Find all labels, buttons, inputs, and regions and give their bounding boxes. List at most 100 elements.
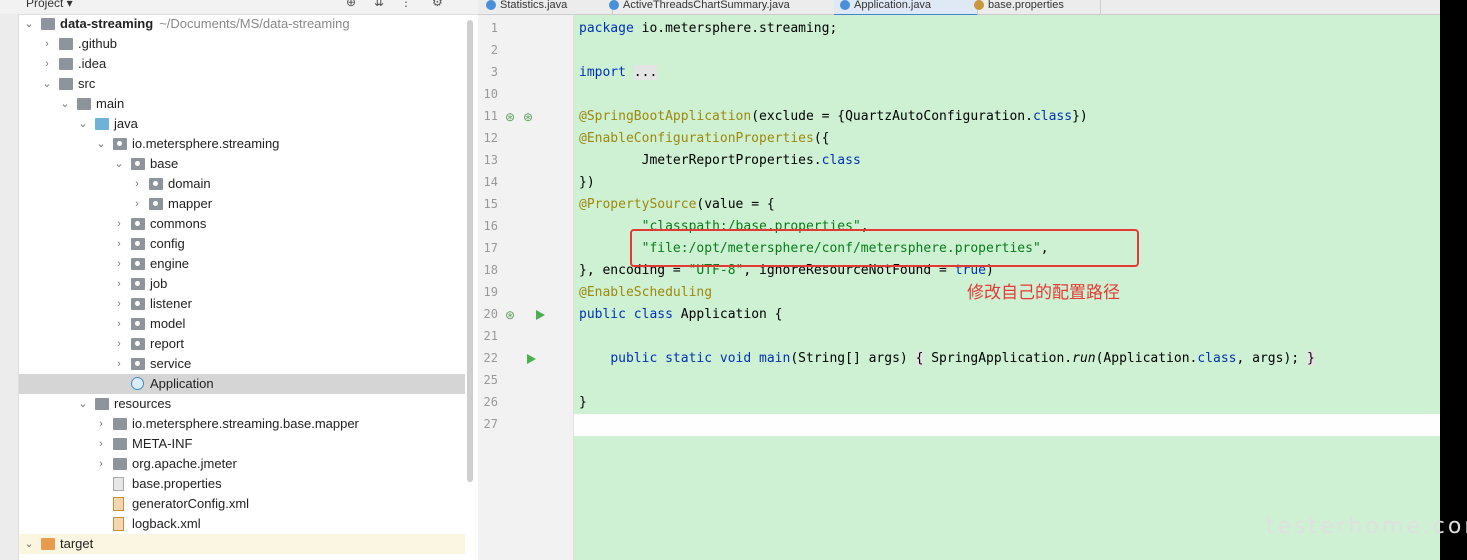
line-number: 17 (483, 241, 498, 255)
tree-item[interactable]: ⌄ main (19, 94, 465, 114)
chevron-right-icon[interactable]: › (131, 194, 143, 214)
tree-item[interactable]: › .github (19, 34, 465, 54)
project-tree: ⌄ data-streaming ~/Documents/MS/data-strea… (19, 14, 465, 560)
line-number: 1 (490, 21, 498, 35)
chevron-right-icon[interactable]: › (113, 214, 125, 234)
current-line-highlight (574, 414, 1440, 436)
tree-item[interactable]: ⌄ io.metersphere.streaming (19, 134, 465, 154)
tree-item[interactable]: › META-INF (19, 434, 465, 454)
tree-item[interactable]: ⌄ src (19, 74, 465, 94)
chevron-right-icon[interactable]: › (95, 434, 107, 454)
tree-item[interactable]: › commons (19, 214, 465, 234)
tree-item-label: resources (114, 396, 172, 411)
tree-item[interactable]: › io.metersphere.streaming.base.mapper (19, 414, 465, 434)
code-line: }) (579, 175, 595, 190)
tree-item[interactable]: generatorConfig.xml (19, 494, 465, 514)
tree-item[interactable]: › config (19, 234, 465, 254)
code-line: public static void main(String[] args) {… (610, 351, 1315, 366)
chevron-right-icon[interactable]: › (113, 294, 125, 314)
project-toolbar: Project ▾ ⊕ ⇊ ⋮ ⚙ (0, 0, 478, 15)
chevron-down-icon[interactable]: ⌄ (41, 74, 53, 94)
chevron-right-icon[interactable]: › (41, 34, 53, 54)
tree-item-label: org.apache.jmeter (132, 456, 237, 471)
chevron-down-icon[interactable]: ⌄ (77, 114, 89, 134)
tree-item-label: io.metersphere.streaming (132, 136, 280, 151)
tree-item[interactable]: ⌄ data-streaming ~/Documents/MS/data-strea… (19, 14, 465, 34)
folder-icon (113, 418, 127, 430)
tree-item[interactable]: › listener (19, 294, 465, 314)
tree-item-label: Application (150, 376, 214, 391)
chevron-right-icon[interactable]: › (113, 314, 125, 334)
tree-item[interactable]: ⌄ resources (19, 394, 465, 414)
tree-item[interactable]: logback.xml (19, 514, 465, 534)
chevron-right-icon[interactable]: › (113, 274, 125, 294)
tool-window-strip (0, 14, 19, 560)
folder-icon (113, 438, 127, 450)
highlight-box (630, 229, 1139, 267)
chevron-down-icon[interactable]: ⌄ (59, 94, 71, 114)
tree-item[interactable]: base.properties (19, 474, 465, 494)
package-icon (131, 218, 145, 230)
chevron-down-icon[interactable]: ⌄ (23, 534, 35, 554)
collapse-all-icon[interactable]: ⇊ (374, 0, 384, 8)
tree-item-label: service (150, 356, 192, 371)
tab-label: Application.java (854, 0, 932, 11)
tree-item[interactable]: ⌄ base (19, 154, 465, 174)
chevron-right-icon[interactable]: › (113, 234, 125, 254)
bean-icon[interactable]: ⊛ (505, 110, 515, 124)
tree-item-label: job (150, 276, 168, 291)
tree-item-label: base.properties (132, 476, 222, 491)
package-icon (131, 318, 145, 330)
tree-item[interactable]: › org.apache.jmeter (19, 454, 465, 474)
package-icon (131, 238, 145, 250)
options-icon[interactable]: ⋮ (400, 0, 412, 8)
bean-icon[interactable]: ⊛ (505, 308, 515, 322)
tree-item[interactable]: › mapper (19, 194, 465, 214)
tree-item-label: data-streaming ~/Documents/MS/data-stream… (60, 16, 350, 31)
tree-item[interactable]: ⌄ java (19, 114, 465, 134)
chevron-down-icon[interactable]: ⌄ (113, 154, 125, 174)
chevron-right-icon[interactable]: › (113, 354, 125, 374)
tree-item-label: report (150, 336, 184, 351)
chevron-right-icon[interactable]: › (113, 334, 125, 354)
chevron-right-icon[interactable]: › (131, 174, 143, 194)
tree-item[interactable]: › service (19, 354, 465, 374)
tree-item[interactable]: › domain (19, 174, 465, 194)
tree-item[interactable]: › engine (19, 254, 465, 274)
chevron-right-icon[interactable]: › (41, 54, 53, 74)
package-icon (131, 298, 145, 310)
editor-tab[interactable]: base.properties (968, 0, 1101, 14)
tree-item[interactable]: Application (19, 374, 465, 394)
tree-item-label: engine (150, 256, 190, 271)
tree-scrollbar[interactable] (467, 20, 473, 482)
tree-item[interactable]: › job (19, 274, 465, 294)
chevron-right-icon[interactable]: › (95, 454, 107, 474)
locate-icon[interactable]: ⊕ (346, 0, 356, 8)
run-icon[interactable] (536, 310, 545, 320)
project-view-selector[interactable]: Project ▾ (26, 0, 73, 9)
editor-tab[interactable]: ActiveThreadsChartSummary.java (603, 0, 844, 14)
line-number: 22 (483, 351, 498, 365)
chevron-down-icon[interactable]: ⌄ (77, 394, 89, 414)
chevron-right-icon[interactable]: › (95, 414, 107, 434)
tree-item[interactable]: › model (19, 314, 465, 334)
gear-icon[interactable]: ⚙ (432, 0, 443, 8)
chevron-down-icon[interactable]: ⌄ (95, 134, 107, 154)
folder-icon (95, 398, 109, 410)
chevron-right-icon[interactable]: › (113, 254, 125, 274)
line-number: 21 (483, 329, 498, 343)
package-icon (131, 358, 145, 370)
line-number: 14 (483, 175, 498, 189)
tree-item-label: base (150, 156, 179, 171)
chevron-down-icon[interactable]: ⌄ (23, 14, 35, 34)
bean-icon[interactable]: ⊛ (523, 110, 533, 124)
tree-item[interactable]: › report (19, 334, 465, 354)
folder-icon (113, 458, 127, 470)
run-icon[interactable] (527, 354, 536, 364)
tree-item[interactable]: › .idea (19, 54, 465, 74)
tree-item[interactable]: ⌄ target (19, 534, 465, 554)
tree-item-label: domain (168, 176, 211, 191)
editor-tab[interactable]: Statistics.java (480, 0, 613, 14)
editor-tab[interactable]: Application.java (834, 0, 978, 16)
tree-item-label: listener (150, 296, 192, 311)
